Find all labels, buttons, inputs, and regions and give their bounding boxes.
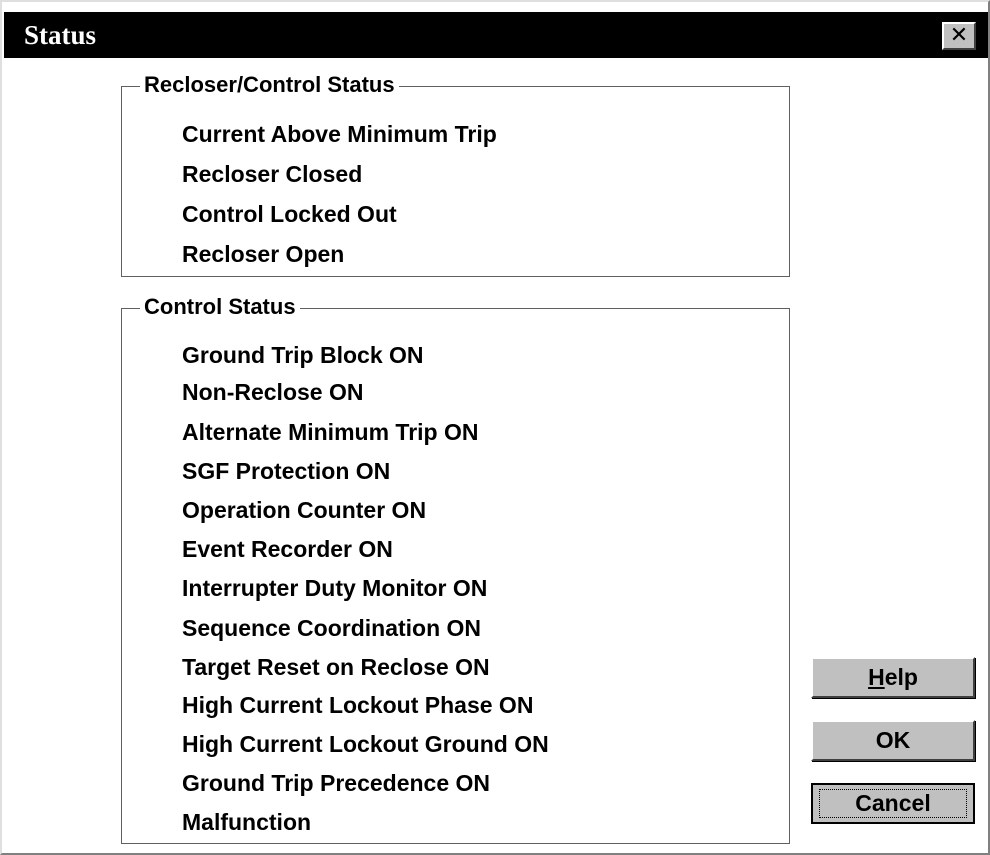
ok-button-label: OK — [875, 727, 911, 753]
status-item-event-recorder: Event Recorder ON — [182, 536, 393, 562]
status-item-ground-trip-block: Ground Trip Block ON — [182, 342, 424, 368]
window-title: Status — [24, 20, 97, 50]
help-button-label: elp — [884, 664, 918, 690]
status-item-recloser-closed: Recloser Closed — [182, 161, 363, 187]
cancel-button[interactable]: Cancel — [811, 783, 975, 824]
status-item-operation-counter: Operation Counter ON — [182, 497, 427, 523]
status-item-ground-trip-precedence: Ground Trip Precedence ON — [182, 770, 491, 796]
status-item-non-reclose: Non-Reclose ON — [182, 379, 364, 405]
help-button-mnemonic: H — [868, 664, 885, 690]
status-item-sequence-coordination: Sequence Coordination ON — [182, 615, 482, 641]
status-item-sgf-protection: SGF Protection ON — [182, 458, 391, 484]
ok-button[interactable]: OK — [811, 720, 975, 761]
status-item-recloser-open: Recloser Open — [182, 241, 345, 267]
status-dialog: Status ✕ Recloser/Control Status Current… — [0, 0, 990, 855]
status-item-malfunction: Malfunction — [182, 809, 312, 835]
status-item-high-current-lockout-phase: High Current Lockout Phase ON — [182, 692, 534, 718]
help-button[interactable]: Help — [811, 657, 975, 698]
control-status-legend: Control Status — [140, 294, 300, 320]
status-item-control-locked-out: Control Locked Out — [182, 201, 397, 227]
status-item-alternate-minimum-trip: Alternate Minimum Trip ON — [182, 419, 479, 445]
close-icon: ✕ — [949, 23, 969, 48]
cancel-button-label: Cancel — [855, 790, 931, 816]
status-item-interrupter-duty-monitor: Interrupter Duty Monitor ON — [182, 575, 488, 601]
recloser-control-status-legend: Recloser/Control Status — [140, 72, 399, 98]
status-item-target-reset-on-reclose: Target Reset on Reclose ON — [182, 654, 490, 680]
status-item-high-current-lockout-ground: High Current Lockout Ground ON — [182, 731, 549, 757]
title-bar: Status ✕ — [4, 12, 988, 58]
close-button[interactable]: ✕ — [942, 22, 976, 50]
cancel-focus-rect: Cancel — [819, 789, 967, 818]
status-item-current-above-minimum-trip: Current Above Minimum Trip — [182, 121, 497, 147]
